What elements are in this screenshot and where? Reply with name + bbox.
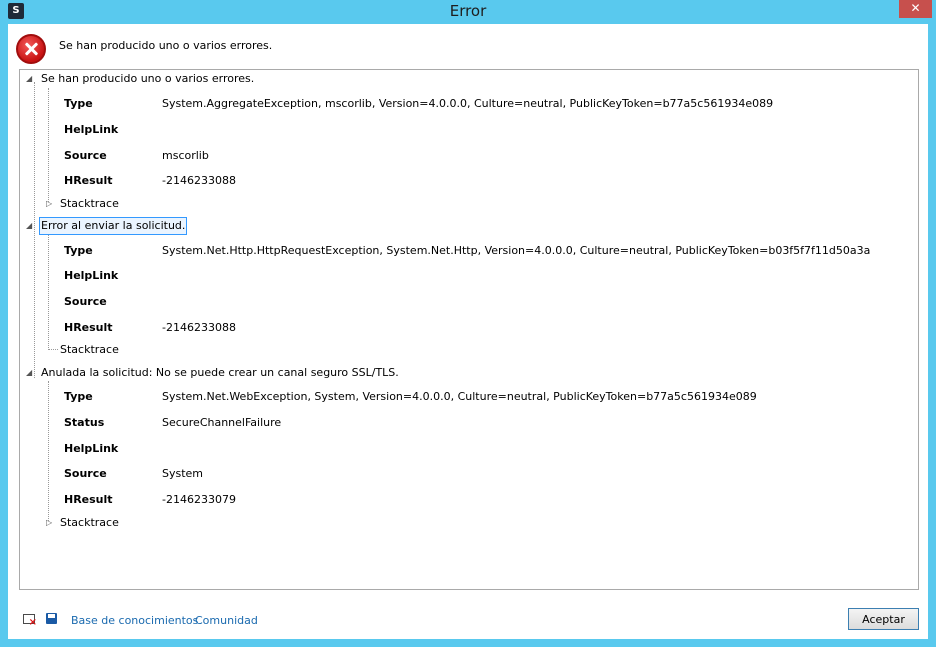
property-value: -2146233088 [162,174,236,187]
error-tree-view[interactable]: ◢ Se han producido uno o varios errores.… [19,69,919,590]
tree-connector-line [48,88,49,202]
tree-collapsed-icon[interactable]: ▷ [46,200,54,208]
tree-collapsed-icon[interactable]: ▷ [46,519,54,527]
property-value: System.Net.WebException, System, Version… [162,390,757,403]
save-disk-icon[interactable] [46,613,57,624]
property-value: System.Net.Http.HttpRequestException, Sy… [162,244,871,257]
error-dialog-window: S Error ✕ Se han producido uno o varios … [0,0,936,647]
tree-expanded-icon[interactable]: ◢ [26,369,34,377]
property-value: mscorlib [162,149,209,162]
tree-node-label: Anulada la solicitud: No se puede crear … [41,366,399,379]
property-label: HelpLink [64,269,119,282]
property-label: HelpLink [64,442,119,455]
accept-button[interactable]: Aceptar [848,608,919,630]
property-label: Type [64,390,93,403]
property-value: System [162,467,204,480]
tree-node-label: Se han producido uno o varios errores. [41,72,255,85]
property-value: SecureChannelFailure [162,416,282,429]
property-label: Source [64,295,107,308]
property-value: System.AggregateException, mscorlib, Ver… [162,97,774,110]
property-label: HResult [64,174,113,187]
tree-node-label: Stacktrace [60,516,119,529]
tree-connector-line [48,381,49,521]
dialog-client-area: Se han producido uno o varios errores. ◢… [8,24,928,639]
close-button[interactable]: ✕ [899,0,932,18]
property-label: Type [64,97,93,110]
error-x-icon [16,34,46,64]
knowledge-base-link[interactable]: Base de conocimientos [71,614,198,627]
property-value: -2146233088 [162,321,236,334]
property-label: HResult [64,493,113,506]
community-link[interactable]: Comunidad [195,614,258,627]
tree-node-stacktrace[interactable]: Stacktrace [60,342,119,358]
dialog-footer: Base de conocimientos Comunidad Aceptar [8,600,928,639]
property-label: Source [64,467,107,480]
copy-to-clipboard-icon[interactable] [23,614,37,628]
dialog-header: Se han producido uno o varios errores. [8,24,928,64]
tree-node-label: Stacktrace [60,343,119,356]
tree-expanded-icon[interactable]: ◢ [26,222,34,230]
tree-connector-line [48,349,58,350]
tree-node-label: Error al enviar la solicitud. [39,217,188,235]
property-label: HResult [64,321,113,334]
tree-expanded-icon[interactable]: ◢ [26,75,34,83]
tree-node-label: Stacktrace [60,197,119,210]
property-value: -2146233079 [162,493,236,506]
property-label: Status [64,416,105,429]
property-label: HelpLink [64,123,119,136]
title-bar[interactable]: S Error ✕ [0,0,936,24]
window-title: Error [449,2,487,20]
tree-connector-line [34,82,35,378]
header-message: Se han producido uno o varios errores. [59,39,273,52]
property-label: Type [64,244,93,257]
tree-connector-line [48,235,49,350]
property-label: Source [64,149,107,162]
